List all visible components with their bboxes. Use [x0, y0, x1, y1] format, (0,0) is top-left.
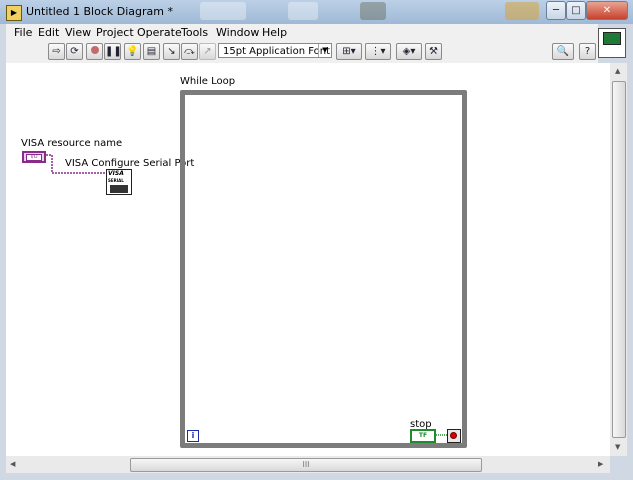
background-ghost: [505, 2, 539, 20]
window-title: Untitled 1 Block Diagram *: [26, 5, 173, 18]
background-ghost: [360, 2, 386, 20]
loop-condition-terminal[interactable]: [447, 429, 461, 443]
highlight-execution-icon[interactable]: 💡: [124, 43, 141, 60]
visa-configure-serial-port-node[interactable]: VISA SERIAL: [106, 169, 132, 195]
while-loop[interactable]: [180, 90, 467, 448]
distribute-objects-icon[interactable]: ⋮▾: [365, 43, 391, 60]
scroll-up-icon[interactable]: ▲: [615, 67, 620, 75]
menu-project[interactable]: Project: [96, 26, 134, 39]
scroll-left-icon[interactable]: ◀: [10, 460, 15, 468]
vertical-scroll-thumb[interactable]: [612, 81, 626, 438]
pause-icon[interactable]: ❚❚: [104, 43, 122, 60]
run-arrow-icon[interactable]: ⇨: [48, 43, 65, 60]
step-into-icon[interactable]: ↘: [163, 43, 180, 60]
iteration-terminal[interactable]: i: [187, 430, 199, 442]
vertical-scrollbar[interactable]: ▲ ▼: [610, 63, 627, 456]
menu-window[interactable]: Window: [216, 26, 259, 39]
run-continuously-icon[interactable]: ⟳: [66, 43, 83, 60]
step-out-icon[interactable]: ↗: [199, 43, 216, 60]
stop-condition-icon: [450, 432, 457, 439]
step-over-icon[interactable]: ⤼: [181, 43, 198, 60]
toolbar: ⇨ ⟳ ❚❚ 💡 ▤ ↘ ⤼ ↗ 15pt Application Font ▼…: [6, 40, 598, 64]
background-ghost: [288, 2, 318, 20]
maximize-button[interactable]: □: [566, 1, 586, 20]
minimize-button[interactable]: ─: [546, 1, 566, 20]
labview-app-icon: ▶: [6, 5, 22, 21]
background-ghost: [200, 2, 246, 20]
vi-icon[interactable]: [598, 28, 626, 58]
cleanup-diagram-icon[interactable]: ⚒: [425, 43, 442, 60]
align-objects-icon[interactable]: ⊞▾: [336, 43, 362, 60]
visa-node-bar: [110, 185, 128, 193]
horizontal-scroll-thumb[interactable]: III: [130, 458, 482, 472]
menu-edit[interactable]: Edit: [38, 26, 59, 39]
abort-icon[interactable]: [86, 43, 103, 60]
visa-configure-label: VISA Configure Serial Port: [65, 158, 195, 169]
stop-terminal[interactable]: TF: [410, 429, 436, 443]
horizontal-scrollbar[interactable]: ◀ III ▶: [6, 456, 610, 473]
menu-bar: File Edit View Project Operate Tools Win…: [6, 24, 598, 40]
close-button[interactable]: ✕: [586, 1, 628, 20]
while-loop-label: While Loop: [180, 76, 236, 87]
menu-operate[interactable]: Operate: [137, 26, 182, 39]
retain-wire-values-icon[interactable]: ▤: [143, 43, 160, 60]
vi-icon-screen: [603, 32, 621, 45]
menu-file[interactable]: File: [14, 26, 32, 39]
scroll-down-icon[interactable]: ▼: [615, 443, 620, 451]
block-diagram-canvas[interactable]: VISA resource name I/O VISA Configure Se…: [6, 63, 610, 456]
reorder-icon[interactable]: ◈▾: [396, 43, 422, 60]
scroll-right-icon[interactable]: ▶: [598, 460, 603, 468]
font-select-value: 15pt Application Font: [223, 46, 330, 57]
visa-node-title: VISA: [108, 170, 124, 177]
stop-wire[interactable]: [434, 433, 448, 437]
menu-tools[interactable]: Tools: [181, 26, 208, 39]
title-bar: ▶ Untitled 1 Block Diagram * ─ □ ✕: [0, 0, 633, 24]
font-select[interactable]: 15pt Application Font ▼: [218, 43, 332, 58]
visa-node-subtitle: SERIAL: [108, 178, 124, 183]
help-icon[interactable]: ?: [579, 43, 596, 60]
menu-view[interactable]: View: [65, 26, 91, 39]
chevron-down-icon: ▼: [318, 44, 331, 57]
menu-help[interactable]: Help: [262, 26, 287, 39]
search-icon[interactable]: 🔍: [552, 43, 574, 60]
